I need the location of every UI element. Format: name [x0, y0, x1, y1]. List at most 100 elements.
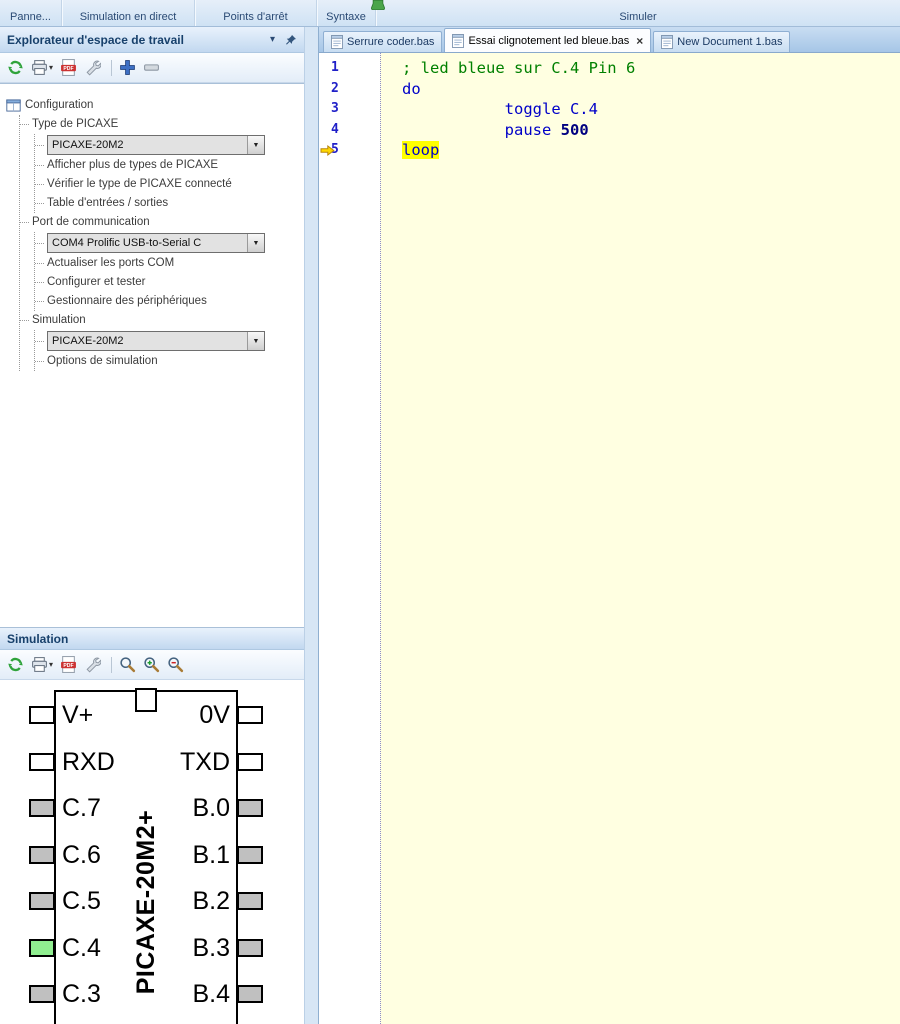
pin-square-C.7[interactable] [29, 799, 55, 817]
line-number: 4 [319, 120, 380, 141]
close-tab-button[interactable]: × [636, 35, 643, 47]
editor-tab-bar: Serrure coder.bas Essai clignotement led … [319, 27, 900, 53]
simulation-dropdown[interactable]: PICAXE-20M2 ▼ [47, 331, 265, 351]
simulate-icon[interactable] [371, 0, 385, 10]
pin-square-0V[interactable] [237, 706, 263, 724]
tab-label: New Document 1.bas [677, 36, 783, 48]
zoom-button[interactable] [117, 655, 138, 674]
pin-icon[interactable] [285, 34, 297, 46]
pin-label-RXD: RXD [62, 747, 115, 776]
pin-square-V+[interactable] [29, 706, 55, 724]
tree-item[interactable]: Options de simulation [35, 352, 300, 371]
code-segment: 500 [560, 120, 589, 139]
pin-label-V+: V+ [62, 701, 94, 729]
code-segment: toggle C.4 [504, 100, 598, 118]
pin-label-TXD: TXD [180, 747, 230, 776]
print-dropdown-caret[interactable]: ▾ [49, 660, 53, 669]
wrench-icon [84, 656, 102, 673]
simulation-panel-title: Simulation [7, 631, 69, 646]
pin-label-C.4: C.4 [62, 933, 101, 962]
editor-tab-3[interactable]: New Document 1.bas [653, 31, 791, 52]
pin-square-B.1[interactable] [237, 845, 263, 864]
code-area[interactable]: ; led bleue sur C.4 Pin 6 do toggle C.4 p… [380, 53, 900, 1024]
add-icon [119, 59, 136, 76]
tree-item[interactable]: Table d'entrées / sorties [35, 194, 300, 213]
pdf-button[interactable]: PDF [58, 655, 79, 674]
code-line: do [381, 79, 900, 100]
pin-label-B.3: B.3 [192, 933, 230, 962]
refresh-button[interactable] [5, 655, 26, 674]
pin-square-B.4[interactable] [237, 985, 263, 1003]
editor-body: 1 2 3 4 5 ; led bleue sur C.4 Pin 6 do toggle… [319, 53, 900, 1024]
print-icon [31, 59, 48, 76]
collapse-button[interactable] [141, 58, 162, 77]
refresh-icon [7, 59, 24, 76]
pin-square-C.4[interactable] [29, 938, 55, 957]
chip-diagram: PICAXE-20M2+ V+ RXD C.7 C.6 C.5 C.4 C.3 0V TXD B.0… [0, 680, 304, 1024]
tree-item[interactable]: Configurer et tester [35, 273, 300, 292]
dropdown-arrow-icon[interactable]: ▼ [247, 136, 264, 154]
workspace-toolbar: ▾ PDF [0, 53, 304, 83]
doc-icon [331, 35, 347, 49]
line-number-text: 4 [331, 121, 339, 137]
add-button[interactable] [117, 58, 138, 77]
pin-square-C.6[interactable] [29, 845, 55, 864]
refresh-button[interactable] [5, 58, 26, 77]
ribbon-group-1: Panne... [0, 0, 62, 26]
ribbon-group-2: Simulation en direct [62, 0, 195, 26]
tree-root-configuration[interactable]: Configuration [6, 96, 300, 115]
com-port-dropdown[interactable]: COM4 Prolific USB-to-Serial C ▼ [47, 233, 265, 253]
pin-square-RXD[interactable] [29, 752, 55, 771]
editor-tab-1[interactable]: Serrure coder.bas [323, 31, 443, 52]
refresh-icon [7, 656, 24, 673]
toolbar-separator [111, 656, 113, 673]
print-dropdown-caret[interactable]: ▾ [49, 63, 53, 72]
chevron-down-icon[interactable]: ▾ [270, 34, 275, 45]
pin-label-C.3: C.3 [62, 980, 101, 1008]
dropdown-arrow-icon[interactable]: ▼ [247, 234, 264, 252]
tree-item-label: Vérifier le type de PICAXE connecté [47, 178, 232, 190]
pin-square-C.3[interactable] [29, 985, 55, 1003]
code-line: toggle C.4 [381, 99, 900, 120]
tree-item[interactable]: Actualiser les ports COM [35, 254, 300, 273]
tree-item-label: Afficher plus de types de PICAXE [47, 159, 219, 171]
config-icon [6, 99, 25, 112]
tree-section-picaxe-type[interactable]: Type de PICAXE [20, 115, 300, 134]
zoom-in-button[interactable] [141, 655, 162, 674]
print-button[interactable]: ▾ [29, 58, 55, 77]
tree-root-label: Configuration [25, 99, 94, 111]
line-number-text: 1 [331, 60, 339, 75]
pin-label-C.5: C.5 [62, 887, 101, 915]
toolbar-separator [111, 59, 113, 76]
wrench-button[interactable] [82, 58, 103, 77]
pin-square-B.2[interactable] [237, 892, 263, 910]
picaxe-type-dropdown[interactable]: PICAXE-20M2 ▼ [47, 135, 265, 155]
com-port-dropdown-row: COM4 Prolific USB-to-Serial C ▼ [35, 232, 300, 254]
simulation-dropdown-row: PICAXE-20M2 ▼ [35, 330, 300, 352]
print-icon [31, 656, 48, 673]
editor-tab-2[interactable]: Essai clignotement led bleue.bas × [444, 28, 652, 52]
zoom-out-button[interactable] [165, 655, 186, 674]
tree-section-com-port[interactable]: Port de communication [20, 213, 300, 232]
pin-square-C.5[interactable] [29, 892, 55, 910]
tree-item[interactable]: Gestionnaire des périphériques [35, 292, 300, 311]
pin-square-B.0[interactable] [237, 799, 263, 817]
pin-square-B.3[interactable] [237, 938, 263, 957]
tree-section-simulation[interactable]: Simulation [20, 311, 300, 330]
panel-splitter[interactable] [305, 27, 318, 1024]
tree-item[interactable]: Afficher plus de types de PICAXE [35, 156, 300, 175]
tab-label: Serrure coder.bas [347, 36, 435, 48]
pin-square-TXD[interactable] [237, 752, 263, 771]
code-line: pause 500 [381, 120, 900, 141]
dropdown-arrow-icon[interactable]: ▼ [247, 332, 264, 350]
code-segment: loop [402, 141, 440, 159]
print-button[interactable]: ▾ [29, 655, 55, 674]
wrench-button[interactable] [82, 655, 103, 674]
pdf-button[interactable]: PDF [58, 58, 79, 77]
tree-item-label: Actualiser les ports COM [47, 257, 175, 269]
ribbon-group-5: Simuler [376, 0, 900, 26]
code-segment: pause [504, 120, 561, 139]
code-segment: do [402, 79, 421, 98]
tree-item[interactable]: Vérifier le type de PICAXE connecté [35, 175, 300, 194]
wrench-icon [84, 59, 102, 76]
